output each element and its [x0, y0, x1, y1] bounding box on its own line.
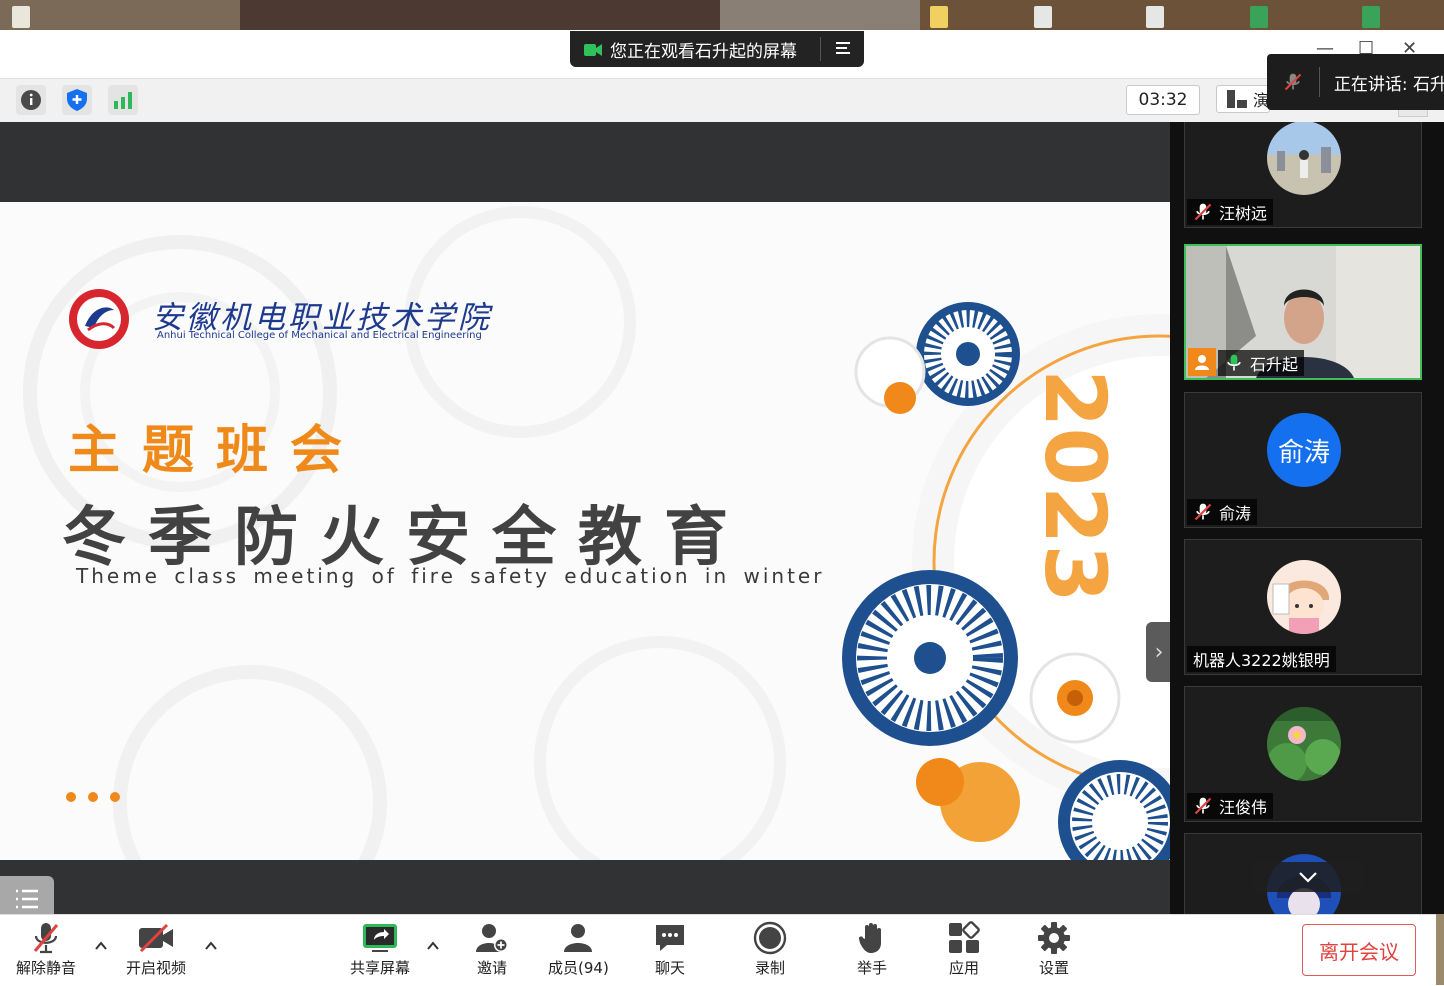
- apps-label: 应用: [948, 959, 979, 977]
- chevron-down-icon: [1299, 872, 1317, 883]
- participant-initials-avatar: 俞涛: [1267, 413, 1341, 487]
- apps-button[interactable]: 应用: [944, 919, 984, 978]
- participant-avatar: [1267, 122, 1341, 195]
- participant-name-tag: 汪树远: [1187, 199, 1274, 225]
- view-options-icon[interactable]: [834, 39, 852, 62]
- active-speaker-indicator: 正在讲话: 石升: [1267, 54, 1444, 110]
- viewing-share-banner[interactable]: 您正在观看石升起的屏幕: [570, 31, 864, 67]
- share-banner-text: 您正在观看石升起的屏幕: [610, 41, 797, 62]
- settings-button[interactable]: 设置: [1034, 919, 1074, 978]
- unmute-button[interactable]: 解除静音: [16, 919, 76, 978]
- mic-muted-icon: [33, 923, 59, 954]
- desktop-file-icon[interactable]: [1034, 6, 1052, 28]
- presentation-slide: 安徽机电职业技术学院 Anhui Technical College of Me…: [0, 202, 1170, 860]
- raise-hand-icon: [858, 923, 881, 953]
- unmute-label: 解除静音: [16, 959, 77, 977]
- participant-name-tag: 俞涛: [1187, 499, 1258, 525]
- participants-icon: [564, 924, 593, 952]
- mic-active-icon: [1227, 354, 1241, 371]
- gallery-scroll-down-button[interactable]: [1254, 862, 1362, 892]
- collapse-gallery-button[interactable]: ›: [1146, 622, 1172, 682]
- chat-button[interactable]: 聊天: [650, 919, 690, 978]
- participant-name-tag: 汪俊伟: [1187, 793, 1274, 819]
- share-screen-label: 共享屏幕: [350, 959, 411, 977]
- record-label: 录制: [754, 959, 785, 977]
- participant-tile-active[interactable]: 石升起: [1184, 244, 1422, 380]
- participant-name-tag: 机器人3222姚银明: [1187, 646, 1336, 672]
- shield-icon: [67, 89, 87, 111]
- active-speaker-label: 正在讲话: 石升: [1333, 74, 1444, 95]
- gear-icon: [1038, 922, 1070, 954]
- raise-hand-label: 举手: [856, 959, 887, 977]
- participant-tile[interactable]: 机器人3222姚银明: [1184, 539, 1422, 675]
- participant-name-tag: 石升起: [1218, 350, 1305, 376]
- meeting-info-button[interactable]: [16, 85, 46, 115]
- network-quality-button[interactable]: [108, 85, 138, 115]
- mic-muted-icon: [1194, 503, 1212, 521]
- chat-icon: [656, 925, 684, 951]
- video-camera-icon: [584, 42, 602, 56]
- settings-label: 设置: [1038, 959, 1069, 977]
- chevron-right-icon: ›: [1154, 639, 1164, 665]
- slide-title-en: Theme class meeting of fire safety educa…: [76, 564, 825, 588]
- host-badge-icon: [1188, 348, 1216, 376]
- share-screen-button[interactable]: 共享屏幕: [350, 919, 410, 978]
- raise-hand-button[interactable]: 举手: [852, 919, 892, 978]
- chevron-up-icon[interactable]: [426, 939, 440, 953]
- meeting-toolbar: 03:32 演: [0, 78, 1444, 123]
- participant-avatar: [1267, 707, 1341, 781]
- view-mode-button[interactable]: 演: [1216, 85, 1270, 113]
- school-logo-icon: [69, 289, 129, 349]
- invite-user-icon: [476, 924, 508, 952]
- record-button[interactable]: 录制: [750, 919, 790, 978]
- start-video-label: 开启视频: [126, 959, 187, 977]
- desktop-background: [0, 0, 1444, 30]
- mic-muted-icon: [1284, 73, 1302, 91]
- desktop-file-icon[interactable]: [1250, 6, 1268, 28]
- mic-muted-icon: [1194, 203, 1212, 221]
- desktop-file-icon[interactable]: [1362, 6, 1380, 28]
- leave-meeting-button[interactable]: 离开会议: [1302, 924, 1416, 976]
- security-button[interactable]: [62, 85, 92, 115]
- shared-screen-area[interactable]: 安徽机电职业技术学院 Anhui Technical College of Me…: [0, 122, 1172, 922]
- slide-year: 2023: [1026, 369, 1124, 603]
- mic-muted-icon: [1194, 797, 1212, 815]
- slide-theme-heading: 主题班会: [68, 421, 365, 481]
- invite-button[interactable]: 邀请: [472, 919, 512, 978]
- participants-button[interactable]: 成员(94): [548, 919, 609, 978]
- participant-name: 机器人3222姚银明: [1193, 651, 1330, 670]
- participant-avatar: [1267, 560, 1341, 634]
- participant-tile[interactable]: 汪俊伟: [1184, 686, 1422, 822]
- participant-name: 石升起: [1250, 355, 1299, 374]
- desktop-file-icon[interactable]: [1146, 6, 1164, 28]
- meeting-controls-bar: 解除静音 开启视频 共享屏幕 邀请 成员(94) 聊天 录制 举手 应用 设置 …: [0, 914, 1444, 986]
- participant-name: 汪俊伟: [1219, 798, 1268, 817]
- start-video-button[interactable]: 开启视频: [126, 919, 186, 978]
- participant-gallery[interactable]: 汪树远 石升起 俞涛 俞涛 机器人3222姚银明 汪俊伟: [1170, 122, 1444, 914]
- participant-name: 汪树远: [1219, 204, 1268, 223]
- chevron-up-icon[interactable]: [204, 939, 218, 953]
- slide-dots-decoration: [66, 792, 120, 802]
- school-name-en: Anhui Technical College of Mechanical an…: [157, 330, 482, 341]
- info-icon: [21, 90, 41, 110]
- layout-icon: [1227, 90, 1247, 108]
- chat-label: 聊天: [654, 959, 685, 977]
- participant-tile[interactable]: 俞涛 俞涛: [1184, 392, 1422, 528]
- invite-label: 邀请: [476, 959, 507, 977]
- participant-tile[interactable]: 汪树远: [1184, 122, 1422, 228]
- participants-label: 成员(94): [548, 959, 609, 977]
- share-screen-icon: [363, 924, 397, 952]
- desktop-file-icon[interactable]: [12, 6, 30, 28]
- list-icon: [16, 889, 38, 909]
- participant-name: 俞涛: [1219, 504, 1252, 523]
- desktop-file-icon[interactable]: [930, 6, 948, 28]
- chevron-up-icon[interactable]: [94, 939, 108, 953]
- desktop-edge: [1436, 914, 1444, 985]
- signal-bars-icon: [114, 92, 132, 109]
- record-icon: [753, 921, 787, 955]
- meeting-timer: 03:32: [1126, 85, 1200, 115]
- apps-grid-icon: [949, 921, 980, 953]
- video-off-icon: [139, 924, 173, 952]
